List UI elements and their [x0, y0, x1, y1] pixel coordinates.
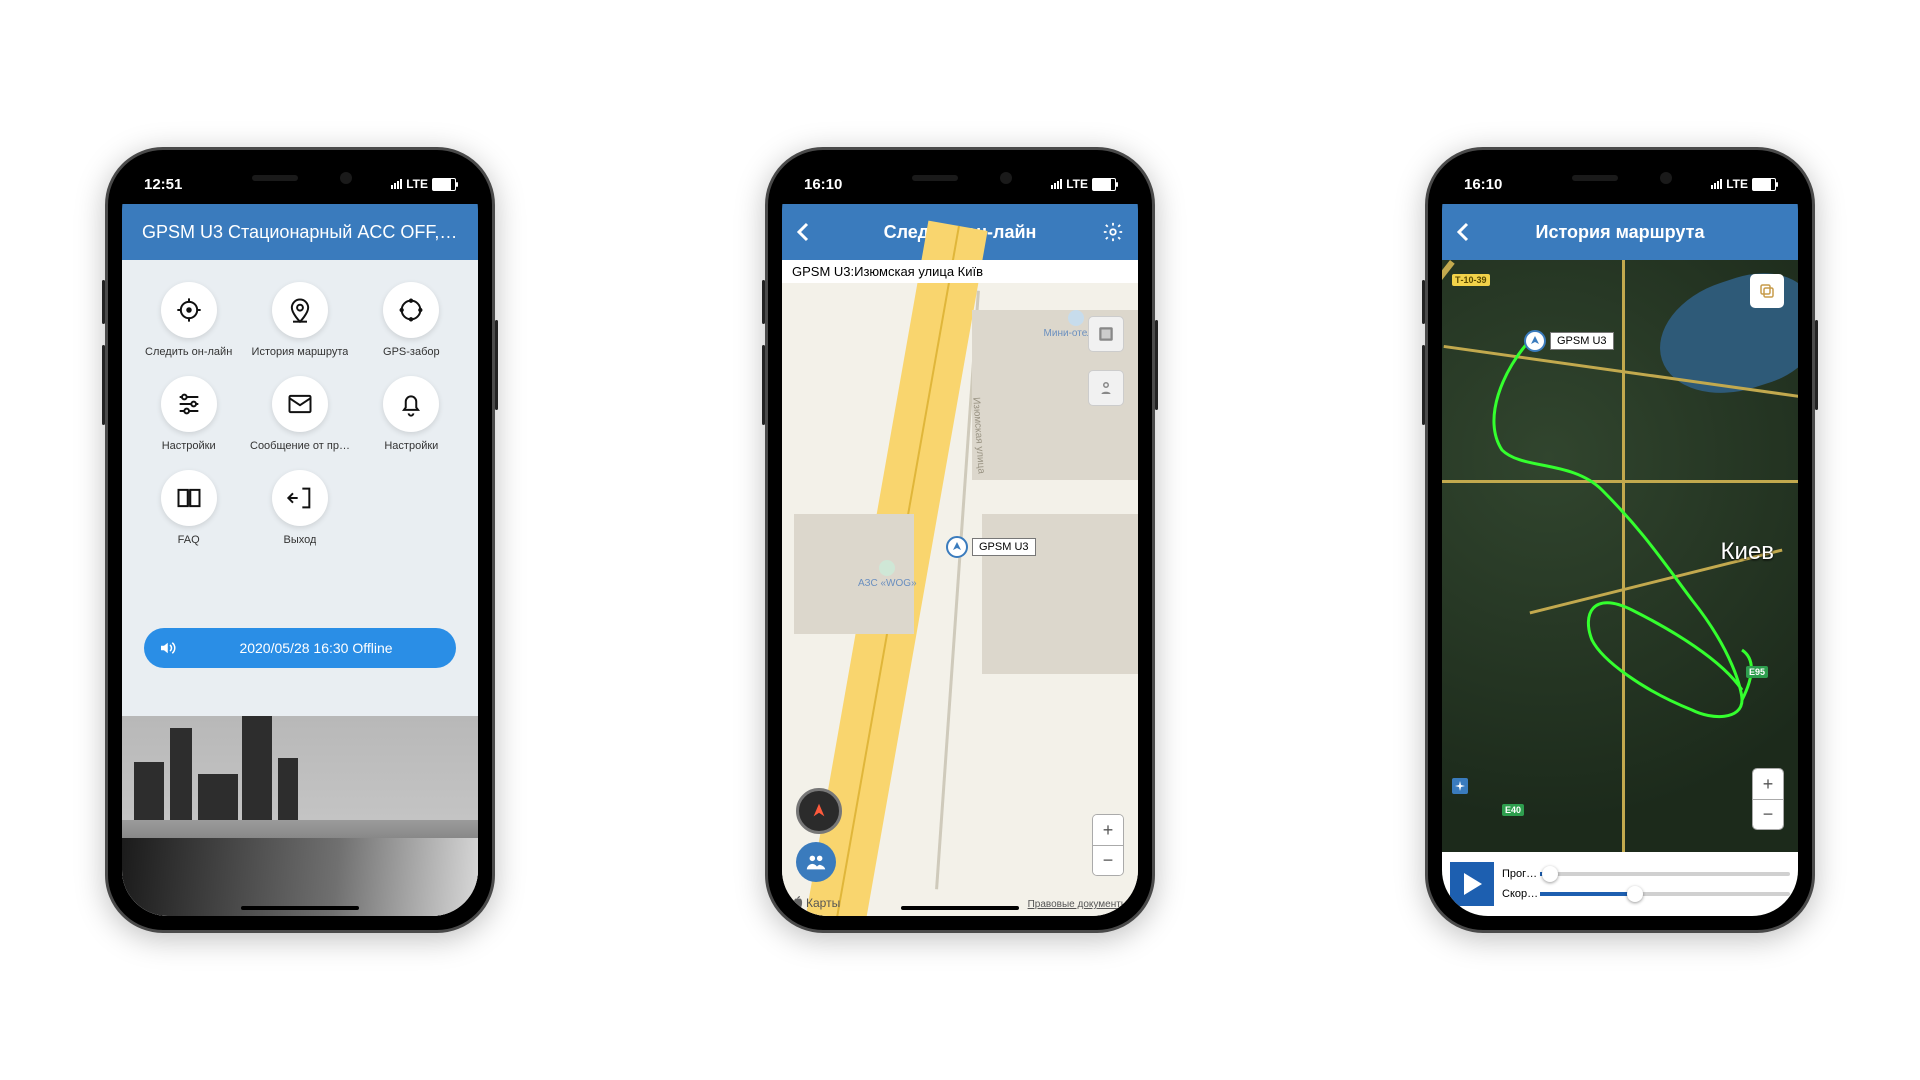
compass-button[interactable]	[796, 788, 842, 834]
target-icon	[161, 282, 217, 338]
signal-icon	[1711, 179, 1722, 189]
book-icon	[161, 470, 217, 526]
phone-live-track: 16:10 LTE Следить он-лайн	[765, 147, 1155, 933]
page-title: История маршрута	[1536, 222, 1705, 243]
menu-label: FAQ	[178, 534, 200, 546]
phone-home: 12:51 LTE GPSM U3 Стационарный ACC OFF,B…	[105, 147, 495, 933]
legal-link[interactable]: Правовые документы	[1028, 899, 1128, 910]
zoom-in-button[interactable]: +	[1093, 815, 1123, 845]
notch	[1532, 164, 1708, 192]
menu-label: Сообщение от пр…	[250, 440, 350, 452]
home-indicator[interactable]	[1561, 906, 1679, 910]
battery-icon	[432, 178, 456, 191]
notch	[212, 164, 388, 192]
zoom-control: + −	[1752, 768, 1784, 830]
street-view-button[interactable]	[1088, 370, 1124, 406]
satellite-toggle-button[interactable]	[1088, 316, 1124, 352]
menu-item-mail[interactable]: Сообщение от пр…	[247, 376, 352, 452]
home-indicator[interactable]	[241, 906, 359, 910]
fence-icon	[383, 282, 439, 338]
clock: 16:10	[804, 176, 842, 193]
network-label: LTE	[1726, 177, 1748, 191]
menu-label: Настройки	[384, 440, 438, 452]
people-button[interactable]	[796, 842, 836, 882]
zoom-in-button[interactable]: +	[1753, 769, 1783, 799]
zoom-out-button[interactable]: −	[1753, 799, 1783, 829]
power-button[interactable]	[1155, 320, 1158, 410]
mail-icon	[272, 376, 328, 432]
progress-slider[interactable]: Прог…	[1502, 868, 1790, 880]
menu-item-fence[interactable]: GPS-забор	[359, 282, 464, 358]
menu-item-bell[interactable]: Настройки	[359, 376, 464, 452]
signal-icon	[391, 179, 402, 189]
menu-label: Выход	[284, 534, 317, 546]
menu-item-sliders[interactable]: Настройки	[136, 376, 241, 452]
menu-item-book[interactable]: FAQ	[136, 470, 241, 546]
marker-label: GPSM U3	[972, 538, 1036, 556]
layers-button[interactable]	[1750, 274, 1784, 308]
play-button[interactable]	[1450, 862, 1494, 906]
clock: 12:51	[144, 176, 182, 193]
map-attribution: Карты	[792, 896, 840, 910]
road-badge: E95	[1746, 666, 1768, 678]
zoom-control: + −	[1092, 814, 1124, 876]
notch	[872, 164, 1048, 192]
zoom-out-button[interactable]: −	[1093, 845, 1123, 875]
status-text: 2020/05/28 16:30 Offline	[190, 640, 442, 656]
pin-icon	[272, 282, 328, 338]
sound-icon	[158, 639, 176, 657]
airport-icon	[1452, 778, 1468, 794]
menu-item-exit[interactable]: Выход	[247, 470, 352, 546]
network-label: LTE	[1066, 177, 1088, 191]
address-bar: GPSM U3:Изюмская улица Київ	[782, 260, 1138, 283]
marker-label: GPSM U3	[1550, 332, 1614, 350]
skyline-image	[122, 716, 478, 916]
sliders-icon	[161, 376, 217, 432]
battery-icon	[1092, 178, 1116, 191]
road-badge: E40	[1502, 804, 1524, 816]
phone-route-history: 16:10 LTE История маршрута Т-10-39	[1425, 147, 1815, 933]
menu-label: История маршрута	[252, 346, 349, 358]
menu-label: Настройки	[162, 440, 216, 452]
satellite-map[interactable]: Т-10-39 E95 E40 GPSM U3 Киев	[1442, 260, 1798, 916]
clock: 16:10	[1464, 176, 1502, 193]
city-label: Киев	[1721, 538, 1774, 566]
exit-icon	[272, 470, 328, 526]
device-marker[interactable]: GPSM U3	[1524, 330, 1614, 352]
road-badge: Т-10-39	[1452, 274, 1490, 286]
menu-label: GPS-забор	[383, 346, 440, 358]
power-button[interactable]	[1815, 320, 1818, 410]
device-marker[interactable]: GPSM U3	[946, 536, 1036, 558]
battery-icon	[1752, 178, 1776, 191]
menu-label: Следить он-лайн	[145, 346, 232, 358]
power-button[interactable]	[495, 320, 498, 410]
menu-item-pin[interactable]: История маршрута	[247, 282, 352, 358]
settings-button[interactable]	[1102, 221, 1124, 243]
back-button[interactable]	[796, 222, 810, 242]
app-header: GPSM U3 Стационарный ACC OFF,Battery1…	[122, 204, 478, 260]
signal-icon	[1051, 179, 1062, 189]
status-pill[interactable]: 2020/05/28 16:30 Offline	[144, 628, 456, 668]
app-header: История маршрута	[1442, 204, 1798, 260]
poi-gas[interactable]: АЗС «WOG»	[858, 560, 917, 589]
home-indicator[interactable]	[901, 906, 1019, 910]
speed-slider[interactable]: Скор…	[1502, 888, 1790, 900]
page-title: GPSM U3 Стационарный ACC OFF,Battery1…	[134, 222, 466, 243]
apple-icon	[792, 896, 804, 910]
bell-icon	[383, 376, 439, 432]
back-button[interactable]	[1456, 222, 1470, 242]
network-label: LTE	[406, 177, 428, 191]
menu-item-target[interactable]: Следить он-лайн	[136, 282, 241, 358]
